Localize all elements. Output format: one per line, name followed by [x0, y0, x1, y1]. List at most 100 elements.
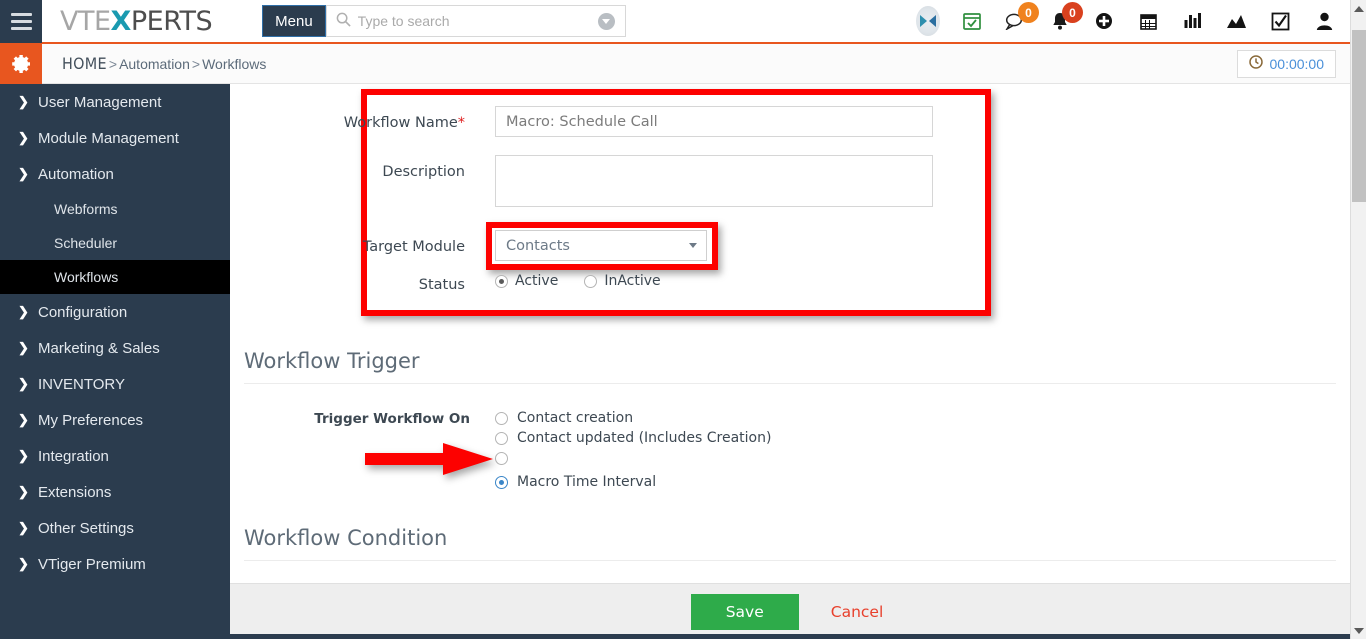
user-icon[interactable]	[1312, 9, 1336, 33]
bell-icon[interactable]: 0	[1048, 2, 1083, 33]
sidebar-item-label: Configuration	[38, 303, 128, 321]
sidebar-item-label: Scheduler	[54, 235, 118, 251]
sidebar-item-label: Webforms	[54, 201, 118, 217]
top-navigation-bar: VTEXPERTS Menu 0	[0, 0, 1350, 44]
sidebar-item-inventory[interactable]: ❯ INVENTORY	[0, 366, 230, 402]
radio-contact-creation[interactable]	[495, 411, 508, 425]
status-option-active-label[interactable]: Active	[515, 273, 558, 289]
plus-circle-icon[interactable]	[1092, 9, 1116, 33]
sidebar-list: ❯ User Management ❯ Module Management ❯ …	[0, 84, 230, 582]
sidebar-item-label: Marketing & Sales	[38, 339, 160, 357]
sidebar-item-extensions[interactable]: ❯ Extensions	[0, 474, 230, 510]
notification-badge: 0	[1062, 2, 1083, 23]
sidebar-item-marketing-sales[interactable]: ❯ Marketing & Sales	[0, 330, 230, 366]
breadcrumb-item-automation[interactable]: Automation	[119, 56, 190, 72]
vertical-scrollbar[interactable]	[1350, 0, 1366, 639]
sidebar-item-vtiger-premium[interactable]: ❯ VTiger Premium	[0, 546, 230, 582]
footer-bottom-strip	[230, 634, 1350, 639]
menu-button[interactable]: Menu	[262, 5, 326, 37]
field-row-status: Status Active InActive	[230, 273, 1350, 293]
workflow-condition-heading: Workflow Condition	[244, 526, 448, 550]
breadcrumb-separator-2: >	[191, 56, 201, 72]
field-row-target-module: Target Module Contacts	[230, 222, 1350, 270]
status-option-inactive-label[interactable]: InActive	[604, 273, 660, 289]
breadcrumb-item-workflows[interactable]: Workflows	[202, 56, 266, 72]
description-label: Description	[382, 164, 465, 180]
breadcrumb-bar: HOME > Automation > Workflows 00:00:00	[0, 43, 1350, 84]
section-divider	[244, 383, 1336, 384]
status-label: Status	[418, 277, 465, 293]
sidebar-item-workflows[interactable]: Workflows	[0, 260, 230, 294]
app-logo[interactable]: VTEXPERTS	[60, 6, 213, 37]
scroll-down-arrow-icon[interactable]	[1351, 622, 1366, 639]
sidebar-item-label: Workflows	[54, 269, 119, 285]
sidebar-item-integration[interactable]: ❯ Integration	[0, 438, 230, 474]
chevron-right-icon: ❯	[18, 304, 29, 319]
sidebar-item-module-management[interactable]: ❯ Module Management	[0, 120, 230, 156]
description-textarea[interactable]	[495, 155, 933, 207]
trigger-option-contact-creation[interactable]: Contact creation	[495, 408, 771, 428]
status-radio-active[interactable]	[495, 274, 508, 288]
checkbox-icon[interactable]	[1268, 9, 1292, 33]
status-radio-group: Active InActive	[495, 273, 661, 289]
target-module-select[interactable]: Contacts	[495, 230, 707, 261]
bar-chart-icon[interactable]	[1180, 9, 1204, 33]
trigger-option-blank[interactable]	[495, 448, 771, 468]
radio-macro-time-interval[interactable]	[495, 475, 508, 489]
calendar-check-icon[interactable]	[960, 9, 984, 33]
chevron-down-circle-icon[interactable]	[597, 12, 615, 30]
trigger-option-label[interactable]: Contact creation	[517, 410, 633, 426]
trigger-option-contact-updated[interactable]: Contact updated (Includes Creation)	[495, 428, 771, 448]
workflow-name-label: Workflow Name*	[230, 106, 495, 131]
trigger-radio-group: Contact creation Contact updated (Includ…	[495, 408, 771, 492]
area-chart-icon[interactable]	[1224, 9, 1248, 33]
target-module-select-wrapper: Contacts	[486, 222, 718, 270]
sidebar-item-automation[interactable]: ❯ Automation	[0, 156, 230, 192]
sidebar-item-label: Other Settings	[38, 519, 134, 537]
chevron-right-icon: ❯	[18, 94, 29, 109]
radio-contact-updated[interactable]	[495, 431, 508, 445]
chevron-right-icon: ❯	[18, 412, 29, 427]
chat-badge: 0	[1018, 2, 1039, 23]
sidebar-item-label: VTiger Premium	[38, 555, 146, 573]
sidebar-item-label: INVENTORY	[38, 375, 125, 393]
chat-bubble-icon[interactable]: 0	[1004, 2, 1039, 33]
workflow-condition-section: Workflow Condition	[230, 526, 1350, 561]
scroll-up-arrow-icon[interactable]	[1351, 0, 1366, 17]
chevron-down-icon: ❯	[18, 166, 29, 181]
sidebar-item-label: Module Management	[38, 129, 179, 147]
sidebar-item-user-management[interactable]: ❯ User Management	[0, 84, 230, 120]
hamburger-menu-icon[interactable]	[0, 0, 42, 43]
status-radio-inactive[interactable]	[584, 274, 598, 288]
breadcrumb-home[interactable]: HOME	[62, 54, 107, 73]
search-input[interactable]	[350, 12, 598, 30]
cancel-button[interactable]: Cancel	[825, 602, 890, 622]
sidebar-item-scheduler[interactable]: Scheduler	[0, 226, 230, 260]
xperts-logo-icon[interactable]	[916, 6, 940, 36]
trigger-option-label[interactable]: Contact updated (Includes Creation)	[517, 430, 771, 446]
main-content: Workflow Name* Description Target Module…	[230, 84, 1350, 583]
scrollbar-thumb[interactable]	[1352, 30, 1366, 202]
sidebar-item-label: User Management	[38, 93, 162, 111]
sidebar-item-label: Integration	[38, 447, 109, 465]
sidebar-item-label: Automation	[38, 165, 114, 183]
trigger-workflow-on-label: Trigger Workflow On	[314, 411, 470, 427]
sidebar-item-other-settings[interactable]: ❯ Other Settings	[0, 510, 230, 546]
calendar-icon[interactable]	[1136, 9, 1160, 33]
workflow-name-label-text: Workflow Name	[343, 115, 458, 131]
global-search[interactable]	[325, 5, 626, 37]
gear-icon[interactable]	[0, 43, 42, 84]
sidebar-item-my-preferences[interactable]: ❯ My Preferences	[0, 402, 230, 438]
trigger-option-macro-time-interval[interactable]: Macro Time Interval	[495, 472, 771, 492]
sidebar-item-webforms[interactable]: Webforms	[0, 192, 230, 226]
section-divider	[244, 560, 1336, 561]
workflow-name-input[interactable]	[495, 106, 933, 137]
save-button[interactable]: Save	[690, 593, 799, 630]
chevron-right-icon: ❯	[18, 556, 29, 571]
top-icon-group: 0 0	[916, 2, 1350, 36]
red-arrow-annotation	[365, 441, 495, 477]
session-timer[interactable]: 00:00:00	[1236, 49, 1336, 78]
radio-blank-option[interactable]	[495, 451, 508, 465]
sidebar-item-configuration[interactable]: ❯ Configuration	[0, 294, 230, 330]
trigger-option-label[interactable]: Macro Time Interval	[517, 474, 656, 490]
